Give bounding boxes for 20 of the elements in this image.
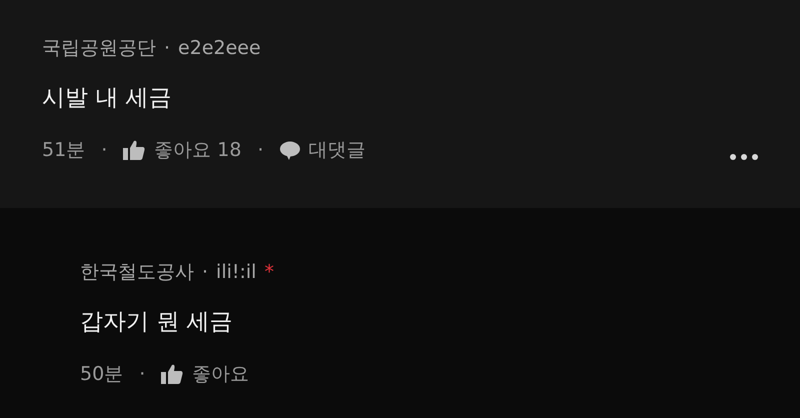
separator-dot: · <box>202 260 208 285</box>
timestamp: 51분 <box>42 138 86 163</box>
author-mark: * <box>264 260 274 285</box>
author-name: e2e2eee <box>178 36 261 61</box>
comment-text: 시발 내 세금 <box>42 84 173 113</box>
company-name: 한국철도공사 <box>80 260 194 285</box>
separator-dot: · <box>139 362 146 387</box>
timestamp: 50분 <box>80 362 124 387</box>
thumbs-up-icon <box>123 140 146 160</box>
comment-text: 갑자기 뭔 세금 <box>80 308 234 337</box>
like-button[interactable]: 좋아요 <box>161 360 250 388</box>
separator-dot: · <box>257 138 264 163</box>
separator-dot: · <box>164 36 170 61</box>
speech-bubble-icon <box>280 140 300 160</box>
author-name: ili!:il <box>216 260 256 285</box>
company-name: 국립공원공단 <box>42 36 156 61</box>
reply-button[interactable]: 대댓글 <box>280 136 366 164</box>
separator-dot: · <box>101 138 108 163</box>
like-button[interactable]: 좋아요 18 <box>123 136 242 164</box>
thumbs-up-icon <box>161 364 184 384</box>
